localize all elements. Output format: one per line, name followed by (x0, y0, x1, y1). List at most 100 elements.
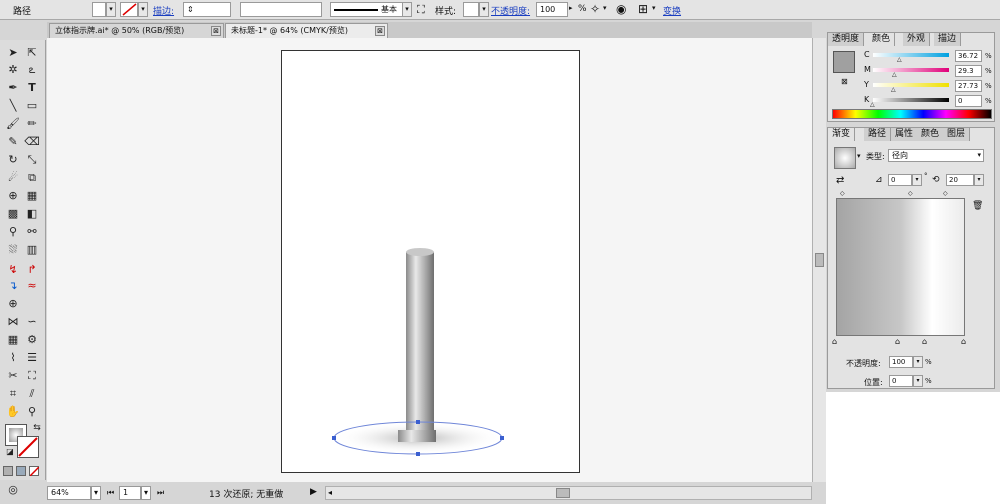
gradient-stop-icon[interactable]: ⌂ (832, 337, 837, 346)
tab-document-1[interactable]: 立体指示牌.ai* @ 50% (RGB/预览) ⊠ (49, 23, 224, 38)
gradient-type-select[interactable]: 径向 ▾ (888, 149, 984, 162)
scroll-left-icon[interactable]: ◂ (328, 488, 332, 497)
hand-tool-icon[interactable]: ✋ (5, 404, 21, 420)
paintbrush-tool-icon[interactable]: 🖌 (5, 116, 21, 132)
mesh-tool-icon[interactable]: ▩ (5, 206, 21, 222)
angle-input[interactable]: 0 (888, 174, 912, 186)
stop-location-input[interactable]: 0 (889, 375, 913, 387)
transform-link[interactable]: 变换 (663, 4, 681, 17)
cyan-value[interactable]: 36.72 (955, 50, 982, 62)
tab-color[interactable]: 颜色 (868, 33, 896, 46)
slider-thumb-icon[interactable]: △ (892, 71, 897, 78)
tab-appearance[interactable]: 外观 (903, 33, 931, 46)
brush-dropdown[interactable]: ▾ (402, 2, 412, 17)
midpoint-marker-icon[interactable]: ◇ (840, 190, 845, 197)
scale-tool-icon[interactable]: ⤡ (24, 152, 40, 168)
vertical-scrollbar[interactable] (812, 38, 826, 482)
stroke-link[interactable]: 描边: (153, 4, 174, 17)
pencil-tool-icon[interactable]: ✏ (24, 116, 40, 132)
opacity-link[interactable]: 不透明度: (491, 4, 530, 17)
style-dropdown[interactable]: ▾ (479, 2, 489, 17)
opacity-input[interactable]: 100 (536, 2, 568, 17)
brush-definition-select[interactable]: 基本 (330, 2, 412, 17)
fill-dropdown[interactable]: ▾ (106, 2, 116, 17)
zoom-tool-icon[interactable]: ⚲ (24, 404, 40, 420)
slider-thumb-icon[interactable]: △ (897, 56, 902, 63)
puppet-tool-icon[interactable]: ⚙ (24, 332, 40, 348)
perspective-grid-tool-icon[interactable]: ▦ (24, 188, 40, 204)
anchor-point[interactable] (416, 420, 420, 424)
grid-tool-icon[interactable]: ▦ (5, 332, 21, 348)
aspect-dropdown-icon[interactable]: ▾ (974, 174, 984, 186)
close-icon[interactable]: ⊠ (375, 26, 385, 36)
crosshair-tool-icon[interactable]: ⊕ (5, 296, 21, 312)
eyedropper-tool-icon[interactable]: ⚲ (5, 224, 21, 240)
knife-tool-icon[interactable]: ✂ (5, 368, 21, 384)
align-icon[interactable]: ⊞ (638, 2, 648, 16)
warp-tool-icon[interactable]: ☄ (5, 170, 21, 186)
stroke-swatch[interactable] (120, 2, 138, 17)
variable-width-select[interactable] (240, 2, 322, 17)
default-colors-icon[interactable]: ◪ (2, 444, 18, 460)
opacity-arrow-icon[interactable]: ▸ (569, 4, 573, 12)
cyan-slider[interactable] (873, 53, 949, 57)
blob-brush-tool-icon[interactable]: ✎ (5, 134, 21, 150)
stroke-dropdown[interactable]: ▾ (138, 2, 148, 17)
yellow-value[interactable]: 27.73 (955, 80, 982, 92)
color-mode-icon[interactable] (3, 466, 13, 476)
status-menu-icon[interactable]: ▶ (310, 487, 317, 497)
blend-tool-icon[interactable]: ⚯ (24, 224, 40, 240)
zoom-input[interactable]: 64% (47, 486, 91, 500)
column-graph-tool-icon[interactable]: ▥ (24, 242, 40, 258)
reverse-gradient-icon[interactable]: ⇄ (836, 175, 844, 186)
anchor-point[interactable] (332, 436, 336, 440)
crop-tool-icon[interactable]: ⌗ (5, 386, 21, 402)
pole-artwork[interactable] (320, 240, 520, 460)
location-dropdown-icon[interactable]: ▾ (913, 375, 923, 387)
zoom-dropdown-icon[interactable]: ▾ (91, 486, 101, 500)
smooth-tool-icon[interactable]: ≈ (24, 278, 40, 294)
color-spectrum[interactable] (832, 109, 992, 119)
stroke-weight-input[interactable]: ⇕ (183, 2, 231, 17)
recolor-dropdown-icon[interactable]: ▾ (603, 4, 607, 12)
delete-stop-icon[interactable]: 🗑 (972, 201, 983, 211)
selection-tool-icon[interactable]: ➤ (5, 45, 21, 61)
gradient-stop-icon[interactable]: ⌂ (895, 337, 900, 346)
gradient-mode-icon[interactable] (16, 466, 26, 476)
opacity-dropdown-icon[interactable]: ▾ (913, 356, 923, 368)
none-mode-icon[interactable] (29, 466, 40, 477)
scroll-thumb[interactable] (815, 253, 824, 267)
artboard-tool-icon[interactable]: ⋈ (5, 314, 21, 330)
width-tool-icon[interactable]: ⌇ (5, 350, 21, 366)
line-tool-icon[interactable]: ╲ (5, 98, 21, 114)
slider-thumb-icon[interactable]: △ (891, 86, 896, 93)
angle-dropdown-icon[interactable]: ▾ (912, 174, 922, 186)
fit-icon[interactable]: ⛶ (417, 3, 425, 17)
tab-attributes[interactable]: 属性 (891, 128, 919, 141)
first-page-icon[interactable]: ⏮ (107, 488, 114, 498)
slider-thumb-icon[interactable]: △ (870, 101, 875, 108)
live-paint-tool-icon[interactable]: ⛶ (24, 368, 40, 384)
scroll-thumb[interactable] (556, 488, 570, 498)
isolate-icon[interactable]: ◉ (616, 2, 626, 16)
direct-selection-tool-icon[interactable]: ⇱ (24, 45, 40, 61)
free-transform-tool-icon[interactable]: ⧉ (24, 170, 40, 186)
style-swatch[interactable] (463, 2, 479, 17)
rectangle-tool-icon[interactable]: ▭ (24, 98, 40, 114)
type-tool-icon[interactable]: T (24, 80, 40, 96)
last-page-icon[interactable]: ⏭ (157, 488, 164, 498)
close-icon[interactable]: ⊠ (211, 26, 221, 36)
tab-document-2[interactable]: 未标题-1* @ 64% (CMYK/预览) ⊠ (225, 23, 388, 38)
midpoint-marker-icon[interactable]: ◇ (908, 190, 913, 197)
magic-wand-tool-icon[interactable]: ✲ (5, 62, 21, 78)
current-fill-swatch[interactable] (833, 51, 855, 73)
gradient-stop-icon[interactable]: ⌂ (961, 337, 966, 346)
anchor-point[interactable] (416, 452, 420, 456)
stop-opacity-input[interactable]: 100 (889, 356, 913, 368)
tab-transparency[interactable]: 透明度 (828, 33, 865, 46)
page-dropdown-icon[interactable]: ▾ (141, 486, 151, 500)
horizontal-scrollbar[interactable]: ◂ (325, 486, 812, 500)
lasso-tool-icon[interactable]: ఽ (24, 62, 40, 78)
yellow-slider[interactable] (873, 83, 949, 87)
magenta-value[interactable]: 29.3 (955, 65, 982, 77)
